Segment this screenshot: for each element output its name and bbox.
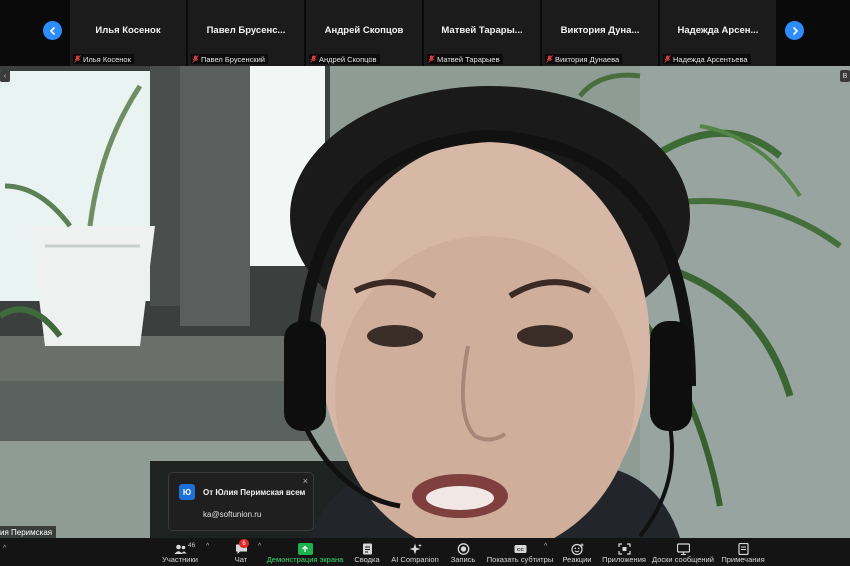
apps-label: Приложения: [602, 555, 646, 564]
whiteboard-icon: [676, 543, 690, 555]
next-page-button[interactable]: [785, 21, 804, 40]
participant-label: Надежда Арсентьева: [663, 54, 751, 64]
speaker-name-label: ия Перимская: [0, 526, 57, 538]
participants-count: 46: [188, 542, 196, 549]
participant-label-text: Надежда Арсентьева: [673, 54, 748, 64]
summary-icon: [362, 543, 372, 555]
reactions-label: Реакции: [562, 555, 592, 564]
chat-button[interactable]: 6 Чат: [230, 538, 252, 566]
caret-up-icon[interactable]: ^: [544, 543, 547, 550]
mic-muted-icon: [664, 55, 671, 63]
sender-avatar: Ю: [179, 484, 195, 500]
participant-tile[interactable]: Виктория Дуна... Виктория Дунаева: [542, 0, 658, 66]
caret-up-icon[interactable]: ^: [3, 545, 6, 552]
chat-unread-badge: 6: [239, 539, 249, 548]
notes-icon: [737, 543, 749, 555]
mic-muted-icon: [74, 55, 81, 63]
share-screen-button[interactable]: Демонстрация экрана: [266, 538, 344, 566]
ai-companion-label: AI Companion: [391, 555, 439, 564]
record-button[interactable]: Запись: [450, 538, 476, 566]
mic-muted-icon: [546, 55, 553, 63]
participant-label-text: Матвей Тарарыев: [437, 54, 500, 64]
caret-up-icon[interactable]: ^: [258, 543, 261, 550]
summary-label: Сводка: [354, 555, 380, 564]
mic-muted-icon: [310, 55, 317, 63]
participant-label-text: Илья Косенок: [83, 54, 131, 64]
record-icon: [457, 543, 469, 555]
participant-label: Виктория Дунаева: [545, 54, 623, 64]
participant-label-text: Андрей Скопцов: [319, 54, 377, 64]
show-captions-label: Показать субтитры: [486, 555, 554, 564]
captions-icon: CC: [514, 545, 526, 553]
show-captions-button[interactable]: CC Показать субтитры: [486, 538, 554, 566]
speaker-video-frame: [0, 66, 850, 538]
active-speaker-video[interactable]: ‹ B ия Перимская: [0, 66, 850, 538]
right-edge-button[interactable]: B: [840, 70, 850, 82]
participants-label: Участники: [162, 555, 198, 564]
participant-strip: Илья Косенок Илья Косенок Павел Брусенс.…: [0, 0, 850, 66]
chat-label: Чат: [234, 555, 248, 564]
caret-up-icon[interactable]: ^: [206, 543, 209, 550]
participant-name: Матвей Тарары...: [441, 25, 523, 36]
chat-sender: От Юлия Перимская всем: [203, 488, 306, 497]
participant-label: Илья Косенок: [73, 54, 134, 64]
notes-button[interactable]: Примечания: [720, 538, 766, 566]
participant-label: Матвей Тарарыев: [427, 54, 503, 64]
participant-tile[interactable]: Матвей Тарары... Матвей Тарарыев: [424, 0, 540, 66]
record-label: Запись: [450, 555, 476, 564]
participant-name: Андрей Скопцов: [324, 25, 404, 36]
reactions-icon: [570, 543, 583, 555]
chat-message: ka@softunion.ru: [203, 510, 262, 519]
chevron-right-icon: [792, 26, 798, 35]
close-icon[interactable]: ×: [303, 476, 308, 486]
svg-text:CC: CC: [517, 547, 524, 553]
apps-icon: [617, 543, 631, 555]
apps-button[interactable]: Приложения: [602, 538, 646, 566]
participant-name: Илья Косенок: [95, 25, 161, 36]
share-screen-label: Демонстрация экрана: [266, 555, 344, 564]
meeting-toolbar: ^ 46 Участники ^ 6 Чат ^ Демонстрация эк…: [0, 538, 850, 566]
participant-tile[interactable]: Павел Брусенс... Павел Брусенский: [188, 0, 304, 66]
whiteboards-button[interactable]: Доски сообщений: [652, 538, 714, 566]
previous-page-button[interactable]: [43, 21, 62, 40]
participant-tile[interactable]: Илья Косенок Илья Косенок: [70, 0, 186, 66]
participant-label: Павел Брусенский: [191, 54, 268, 64]
participant-name: Надежда Арсен...: [677, 25, 759, 36]
participant-label-text: Павел Брусенский: [201, 54, 265, 64]
participant-label-text: Виктория Дунаева: [555, 54, 620, 64]
summary-button[interactable]: Сводка: [352, 538, 382, 566]
chevron-left-icon: [49, 26, 55, 35]
left-edge-button[interactable]: ‹: [0, 70, 10, 82]
participants-button[interactable]: 46 Участники: [161, 538, 199, 566]
ai-companion-button[interactable]: AI Companion: [391, 538, 439, 566]
mic-muted-icon: [428, 55, 435, 63]
participant-tile[interactable]: Надежда Арсен... Надежда Арсентьева: [660, 0, 776, 66]
chat-notification[interactable]: Ю От Юлия Перимская всем ka@softunion.ru…: [168, 472, 314, 531]
participant-label: Андрей Скопцов: [309, 54, 380, 64]
ai-companion-icon: [409, 543, 422, 555]
participant-name: Виктория Дуна...: [560, 25, 640, 36]
participant-name: Павел Брусенс...: [206, 25, 286, 36]
participants-icon: [174, 544, 186, 554]
notes-label: Примечания: [721, 555, 765, 564]
reactions-button[interactable]: Реакции: [561, 538, 593, 566]
whiteboards-label: Доски сообщений: [652, 555, 714, 564]
participant-tile[interactable]: Андрей Скопцов Андрей Скопцов: [306, 0, 422, 66]
mic-muted-icon: [192, 55, 199, 63]
share-screen-icon: [297, 543, 313, 555]
